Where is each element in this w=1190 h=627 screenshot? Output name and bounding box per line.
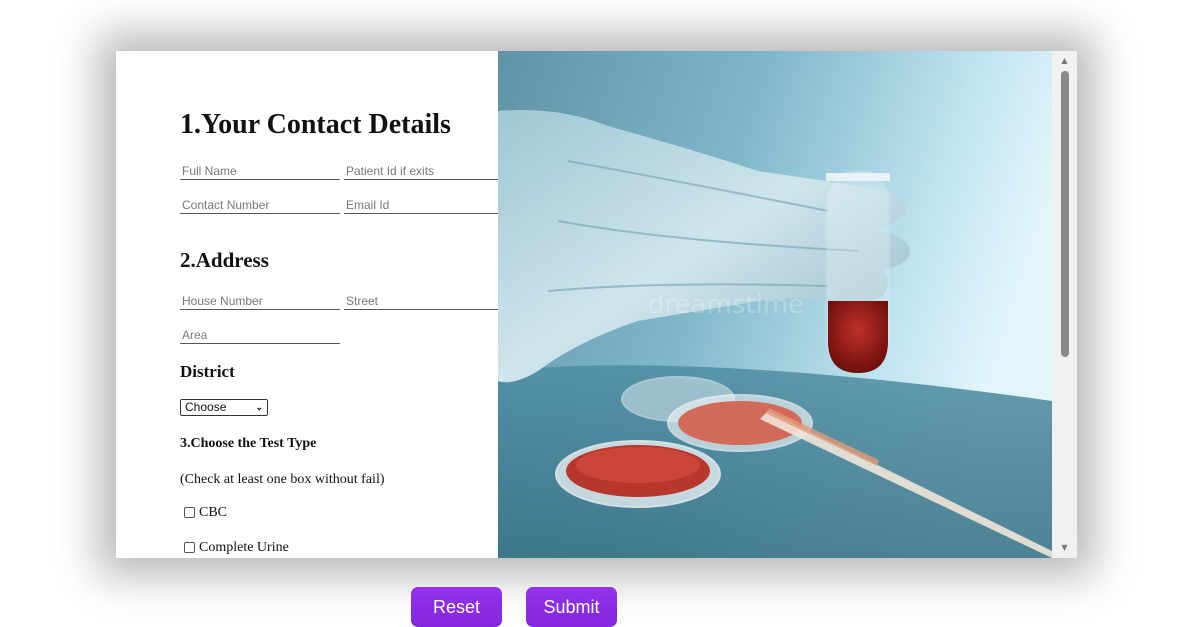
submit-button[interactable]: Submit xyxy=(526,587,617,627)
address-heading: 2.Address xyxy=(180,248,269,272)
form-pane: 1.Your Contact Details Full Name Patient… xyxy=(116,51,498,558)
complete-urine-checkbox[interactable] xyxy=(184,542,195,553)
complete-urine-label: Complete Urine xyxy=(199,540,289,555)
cbc-checkbox[interactable] xyxy=(184,507,195,518)
form-card: 1.Your Contact Details Full Name Patient… xyxy=(116,51,1077,558)
email-id-input[interactable]: Email Id xyxy=(344,196,498,214)
contact-number-input[interactable]: Contact Number xyxy=(180,196,340,214)
house-number-input[interactable]: House Number xyxy=(180,292,340,310)
lab-photo: dreamstime xyxy=(498,51,1052,558)
district-select-value: Choose xyxy=(185,400,227,414)
area-input[interactable]: Area xyxy=(180,326,340,344)
watermark-text: dreamstime xyxy=(648,290,804,320)
street-input[interactable]: Street xyxy=(344,292,498,310)
scroll-down-icon[interactable]: ▼ xyxy=(1052,540,1077,556)
chevron-down-icon: ⌄ xyxy=(255,402,263,412)
lab-photo-illustration: dreamstime xyxy=(498,51,1052,558)
reset-button[interactable]: Reset xyxy=(411,587,502,627)
scroll-up-icon[interactable]: ▲ xyxy=(1052,53,1077,69)
test-type-heading: 3.Choose the Test Type xyxy=(180,436,317,451)
district-label: District xyxy=(180,362,235,381)
test-type-note: (Check at least one box without fail) xyxy=(180,472,385,487)
full-name-input[interactable]: Full Name xyxy=(180,162,340,180)
patient-id-input[interactable]: Patient Id if exits xyxy=(344,162,498,180)
scrollbar-thumb[interactable] xyxy=(1061,71,1069,357)
cbc-label: CBC xyxy=(199,505,228,520)
district-select[interactable]: Choose ⌄ xyxy=(180,399,268,416)
contact-details-heading: 1.Your Contact Details xyxy=(180,109,451,140)
scrollbar[interactable]: ▲ ▼ xyxy=(1052,51,1077,558)
